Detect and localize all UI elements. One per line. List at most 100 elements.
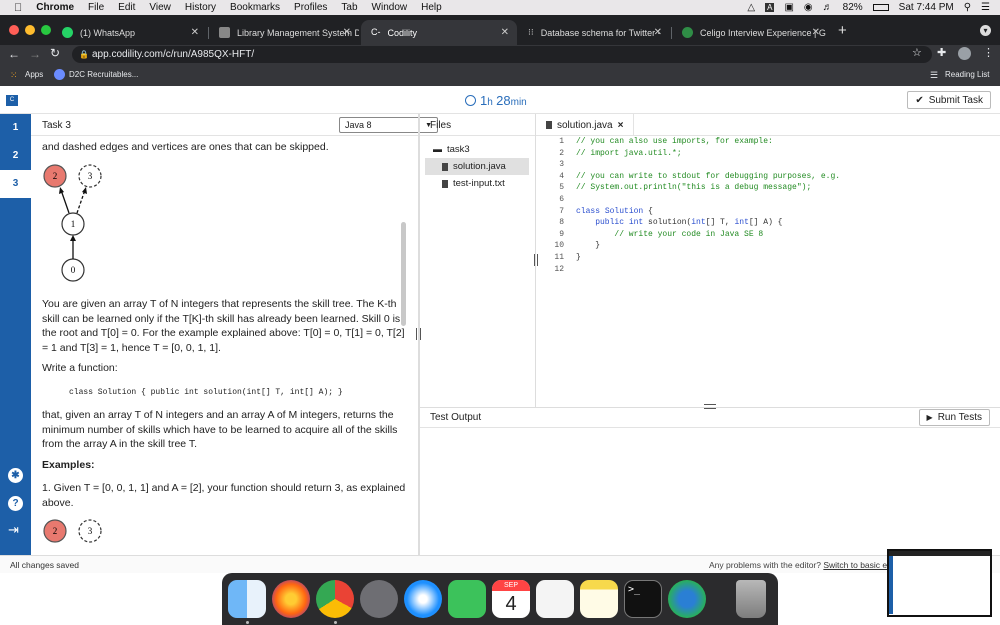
codility-icon: C- xyxy=(371,27,381,37)
editor-resize-handle[interactable] xyxy=(534,254,538,266)
reading-list-icon[interactable]: ☰ xyxy=(930,70,938,81)
apps-grid-icon[interactable]: ⁙ xyxy=(10,70,18,81)
close-icon[interactable]: × xyxy=(618,120,624,131)
exit-icon[interactable]: ⇥ xyxy=(8,522,19,538)
calendar-icon[interactable]: SEP 4 xyxy=(492,580,530,618)
bookmark-star-icon[interactable]: ☆ xyxy=(912,46,922,59)
task-nav-3[interactable]: 3 xyxy=(0,170,31,198)
bookmark-apps[interactable]: Apps xyxy=(25,70,43,79)
menu-help[interactable]: Help xyxy=(421,2,442,13)
code-line[interactable]: // you can also use imports, for example… xyxy=(576,137,773,146)
code-line[interactable]: class Solution { xyxy=(576,207,653,216)
menu-window[interactable]: Window xyxy=(372,2,408,13)
menu-bookmarks[interactable]: Bookmarks xyxy=(230,2,280,13)
notes-icon[interactable] xyxy=(580,580,618,618)
thumbnail-sidebar xyxy=(889,556,893,614)
file-item-solution[interactable]: solution.java xyxy=(425,158,529,175)
tab-search-icon[interactable]: ▾ xyxy=(980,25,991,36)
code-line[interactable]: // import java.util.*; xyxy=(576,149,682,158)
firefox-icon[interactable] xyxy=(272,580,310,618)
chrome-icon[interactable] xyxy=(316,580,354,618)
code-line[interactable]: // write your code in Java SE 8 xyxy=(576,230,763,239)
chrome-menu-icon[interactable]: ⋮ xyxy=(983,46,994,59)
volume-icon[interactable]: ♬ xyxy=(823,2,833,13)
finder-icon[interactable] xyxy=(228,580,266,618)
network-app-icon[interactable] xyxy=(668,580,706,618)
spotlight-search-icon[interactable]: ⚲ xyxy=(964,2,971,13)
display-icon[interactable]: ▣ xyxy=(784,2,793,13)
lock-icon[interactable]: 🔒 xyxy=(79,46,89,63)
file-icon xyxy=(442,162,448,171)
reminders-icon[interactable] xyxy=(536,580,574,618)
back-arrow-icon[interactable]: ← xyxy=(8,47,20,61)
window-minimize-button[interactable] xyxy=(25,25,35,35)
reload-icon[interactable]: ↻ xyxy=(50,46,60,60)
code-editor[interactable]: 1 2 3 4 5 6 7 8 9 10 11 12 // you can also use impo… xyxy=(536,137,1000,407)
menu-tab[interactable]: Tab xyxy=(341,2,357,13)
browser-tab-db-schema[interactable]: ⁝⁝ Database schema for Twitter - ✕ xyxy=(518,20,670,45)
code-line[interactable]: public int solution(int[] T, int[] A) { xyxy=(576,218,782,227)
menu-view[interactable]: View xyxy=(149,2,171,13)
task-scrollbar[interactable] xyxy=(401,222,406,326)
safari-icon[interactable] xyxy=(404,580,442,618)
forward-arrow-icon[interactable]: → xyxy=(29,47,41,61)
accessibility-icon[interactable]: ✱ xyxy=(8,468,23,483)
macos-menubar:  Chrome File Edit View History Bookmark… xyxy=(0,0,1000,15)
code-line[interactable]: } xyxy=(576,253,581,262)
menu-profiles[interactable]: Profiles xyxy=(294,2,327,13)
control-center-icon[interactable]: ☰ xyxy=(981,2,990,13)
browser-tab-whatsapp[interactable]: (1) WhatsApp ✕ xyxy=(52,20,207,45)
warning-icon[interactable]: △ xyxy=(747,2,755,13)
editor-problems: Any problems with the editor? Switch to … xyxy=(709,560,904,570)
window-zoom-button[interactable] xyxy=(41,25,51,35)
help-icon[interactable]: ? xyxy=(8,496,23,511)
browser-toolbar: ← → ↻ 🔒 app.codility.com/c/run/A985QX-HF… xyxy=(0,45,1000,64)
close-tab-icon[interactable]: ✕ xyxy=(501,27,509,38)
codility-logo-icon[interactable]: C xyxy=(6,95,18,106)
task-nav-2[interactable]: 2 xyxy=(0,142,31,170)
profile-avatar[interactable] xyxy=(958,47,971,60)
code-line[interactable]: // you can write to stdout for debugging… xyxy=(576,172,840,181)
tab-title: Celigo Interview Experience | G xyxy=(700,27,826,38)
facetime-icon[interactable] xyxy=(448,580,486,618)
extensions-icon[interactable]: ✚ xyxy=(937,46,946,59)
address-bar[interactable]: 🔒 app.codility.com/c/run/A985QX-HFT/ xyxy=(72,46,932,63)
folder-task3[interactable]: ▬ task3 xyxy=(425,141,529,158)
timer-min-unit: min xyxy=(510,97,527,108)
close-tab-icon[interactable]: ✕ xyxy=(654,27,662,38)
new-tab-button[interactable]: + xyxy=(838,22,847,39)
menu-file[interactable]: File xyxy=(88,2,104,13)
wifi-icon[interactable]: ◉ xyxy=(804,2,813,13)
trash-icon[interactable] xyxy=(736,580,766,618)
line-number: 5 xyxy=(559,183,564,193)
code-line[interactable]: } xyxy=(576,241,600,250)
menu-edit[interactable]: Edit xyxy=(118,2,135,13)
editor-tab-solution[interactable]: solution.java × xyxy=(536,114,635,136)
browser-tab-celigo[interactable]: Celigo Interview Experience | G ✕ xyxy=(672,20,828,45)
close-tab-icon[interactable]: ✕ xyxy=(191,27,199,38)
window-close-button[interactable] xyxy=(9,25,19,35)
clock[interactable]: Sat 7:44 PM xyxy=(899,2,954,13)
run-tests-button[interactable]: ▶ Run Tests xyxy=(918,409,990,426)
terminal-icon[interactable]: >_ xyxy=(624,580,662,618)
apple-menu-icon[interactable]:  xyxy=(14,2,22,14)
line-number: 4 xyxy=(559,171,564,181)
battery-percent[interactable]: 82% xyxy=(843,2,863,13)
close-tab-icon[interactable]: ✕ xyxy=(343,27,351,38)
browser-tab-codility[interactable]: C- Codility ✕ xyxy=(361,20,517,45)
keyboard-input-icon[interactable]: A xyxy=(765,3,775,12)
close-tab-icon[interactable]: ✕ xyxy=(812,27,820,38)
battery-icon[interactable] xyxy=(872,4,889,11)
menu-app-name[interactable]: Chrome xyxy=(36,2,74,13)
browser-tab-library[interactable]: Library Management System D ✕ xyxy=(209,20,359,45)
task-nav-1[interactable]: 1 xyxy=(0,114,31,142)
file-item-test-input[interactable]: test-input.txt xyxy=(425,175,529,192)
screenshot-thumbnail[interactable] xyxy=(887,549,992,617)
menu-history[interactable]: History xyxy=(185,2,216,13)
submit-task-button[interactable]: ✔ Submit Task xyxy=(907,91,991,109)
code-line[interactable]: // System.out.println("this is a debug m… xyxy=(576,183,811,192)
reading-list-link[interactable]: Reading List xyxy=(945,70,989,79)
file-icon xyxy=(546,121,552,129)
bookmark-d2c[interactable]: D2C Recruitables... xyxy=(69,70,138,79)
launchpad-icon[interactable] xyxy=(360,580,398,618)
